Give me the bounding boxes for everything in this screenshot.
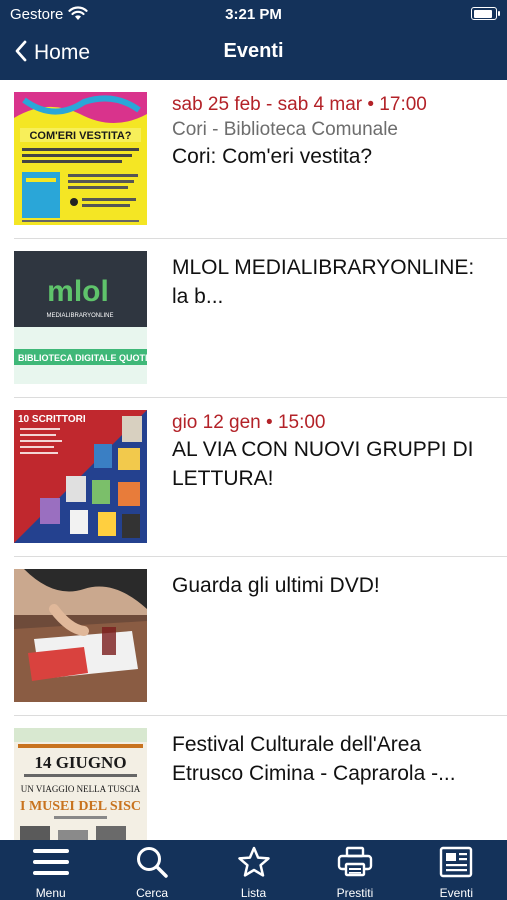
event-row[interactable]: 10 SCRITTORI gio 12 gen • 15:00 AL VIA C… xyxy=(0,398,507,557)
event-title: AL VIA CON NUOVI GRUPPI DI LETTURA! xyxy=(172,438,474,490)
tab-loans[interactable]: Prestiti xyxy=(304,840,405,900)
event-title: MLOL MEDIALIBRARYONLINE: la b... xyxy=(172,256,475,308)
battery-icon xyxy=(471,7,500,20)
event-thumbnail: mlol MEDIALIBRARYONLINE BIBLIOTECA DIGIT… xyxy=(14,251,147,384)
tab-menu[interactable]: Menu xyxy=(0,840,101,900)
status-time: 3:21 PM xyxy=(225,6,282,23)
hamburger-icon xyxy=(32,846,70,883)
thumb-sub: I MUSEI DEL SISC xyxy=(20,799,141,814)
tab-label: Lista xyxy=(240,886,267,900)
tab-label: Cerca xyxy=(136,886,169,900)
printer-icon xyxy=(336,846,374,883)
event-row[interactable]: mlol MEDIALIBRARYONLINE BIBLIOTECA DIGIT… xyxy=(0,239,507,398)
event-row[interactable]: Guarda gli ultimi DVD! xyxy=(0,557,507,716)
event-list: COM'ERI VESTITA? sab 25 feb - sab 4 mar … xyxy=(0,80,507,840)
newspaper-icon xyxy=(437,846,475,883)
tab-label: Prestiti xyxy=(336,886,374,900)
event-text: gio 12 gen • 15:00 AL VIA CON NUOVI GRUP… xyxy=(172,410,495,493)
thumb-caption: 14 GIUGNO xyxy=(34,753,126,772)
event-thumbnail xyxy=(14,569,147,702)
event-text: sab 25 feb - sab 4 mar • 17:00 Cori - Bi… xyxy=(172,92,495,171)
star-icon xyxy=(235,846,273,883)
event-location: Cori - Biblioteca Comunale xyxy=(172,119,398,140)
event-text: Guarda gli ultimi DVD! xyxy=(172,569,495,600)
top-bar: Gestore 3:21 PM Home Eventi xyxy=(0,0,507,80)
tab-label: Eventi xyxy=(439,886,473,900)
event-title: Festival Culturale dell'Area Etrusco Cim… xyxy=(172,733,456,785)
thumb-caption: BIBLIOTECA DIGITALE QUOTIDI xyxy=(18,353,147,363)
tab-list[interactable]: Lista xyxy=(203,840,304,900)
event-date: gio 12 gen • 15:00 xyxy=(172,412,326,433)
event-date: sab 25 feb - sab 4 mar • 17:00 xyxy=(172,94,427,115)
event-row[interactable]: 14 GIUGNO UN VIAGGIO NELLA TUSCIA I MUSE… xyxy=(0,716,507,840)
event-title: Cori: Com'eri vestita? xyxy=(172,145,373,168)
search-icon xyxy=(133,846,171,883)
event-text: MLOL MEDIALIBRARYONLINE: la b... xyxy=(172,251,495,311)
tab-search[interactable]: Cerca xyxy=(101,840,202,900)
status-bar: Gestore 3:21 PM xyxy=(0,0,507,30)
thumb-sub-caption: UN VIAGGIO NELLA TUSCIA xyxy=(21,784,141,794)
thumb-logo: mlol xyxy=(47,275,109,308)
event-thumbnail: 14 GIUGNO UN VIAGGIO NELLA TUSCIA I MUSE… xyxy=(14,728,147,840)
event-row[interactable]: COM'ERI VESTITA? sab 25 feb - sab 4 mar … xyxy=(0,80,507,239)
tab-label: Menu xyxy=(35,886,66,900)
thumb-caption: COM'ERI VESTITA? xyxy=(29,130,131,142)
event-text: Festival Culturale dell'Area Etrusco Cim… xyxy=(172,728,495,788)
page-title: Eventi xyxy=(223,40,284,62)
tab-bar: Menu Cerca Lista Prestiti Eventi xyxy=(0,840,507,900)
tab-events[interactable]: Eventi xyxy=(406,840,507,900)
event-thumbnail: COM'ERI VESTITA? xyxy=(14,92,147,225)
thumb-caption: 10 SCRITTORI xyxy=(18,414,86,425)
event-title: Guarda gli ultimi DVD! xyxy=(172,574,380,597)
thumb-sub: MEDIALIBRARYONLINE xyxy=(47,313,114,319)
event-thumbnail: 10 SCRITTORI xyxy=(14,410,147,543)
